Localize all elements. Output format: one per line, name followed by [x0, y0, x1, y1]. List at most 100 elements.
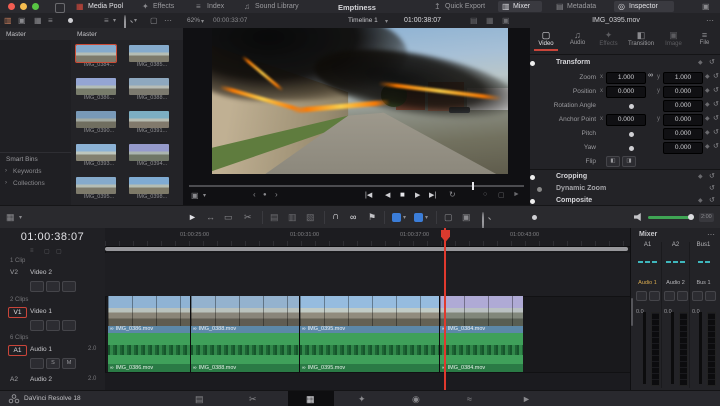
yaw-field[interactable]: 0.000 [663, 142, 703, 154]
track-a1-id[interactable]: A1 [8, 345, 27, 356]
position-lock-button[interactable]: ⚑ [368, 212, 376, 223]
inspector-tab-transition[interactable]: ◧ Transition [624, 30, 658, 47]
monitor-volume-handle[interactable] [688, 214, 694, 220]
dynamic-trim-tool-button[interactable]: ▭ [224, 212, 233, 223]
rotation-field[interactable]: 0.000 [663, 100, 703, 112]
track-v2-enable-button[interactable] [62, 281, 76, 292]
full-extent-zoom-icon[interactable]: ▣ [462, 212, 471, 223]
trim-edit-tool-button[interactable]: ↔ [206, 212, 215, 222]
loop-button[interactable]: ↻ [449, 190, 456, 199]
dual-viewer-icon[interactable]: ▦ [486, 16, 494, 25]
dynamic-zoom-title[interactable]: Dynamic Zoom [556, 185, 606, 192]
composite-title[interactable]: Composite [556, 197, 592, 204]
media-clip[interactable]: IMG_0386... [76, 78, 122, 101]
timeline-scrollbar[interactable] [105, 247, 628, 251]
solo-button[interactable] [705, 291, 716, 301]
eq-slot[interactable] [673, 261, 678, 263]
dynamic-zoom-reset-icon[interactable]: ↺ [709, 184, 715, 192]
inspector-tab-audio[interactable]: ♫ Audio [562, 30, 593, 46]
thumbnail-view-icon[interactable]: ▦ [34, 16, 42, 25]
viewer-zoom-dropdown-icon[interactable]: ▾ [201, 18, 204, 25]
video-clip[interactable]: ∞IMG_0388.mov [191, 296, 300, 333]
zoom-link-icon[interactable]: ∞ [648, 72, 653, 79]
fx-slot[interactable] [666, 261, 671, 263]
viewer-zoom-level[interactable]: 62% [187, 17, 200, 24]
audio-clip[interactable]: ∞IMG_0384.mov [440, 333, 523, 372]
import-media-icon[interactable]: ▥ [4, 16, 12, 25]
pitch-keyframe-icon[interactable]: ◆ [705, 129, 710, 136]
page-deliver-button[interactable]: ► [522, 394, 531, 404]
video-clip[interactable]: ∞IMG_0386.mov [108, 296, 191, 333]
timeline-selector[interactable]: Timeline 1 [348, 17, 378, 24]
track-v2-name[interactable]: Video 2 [30, 269, 52, 276]
marker-dropdown-icon[interactable]: ▾ [425, 214, 428, 221]
inspector-more-icon[interactable]: ⋯ [706, 16, 714, 25]
quick-export-button[interactable]: Quick Export [445, 3, 485, 10]
selection-tool-button[interactable]: ► [188, 212, 197, 222]
step-back-button[interactable]: ◀ [385, 191, 390, 199]
solo-button[interactable] [677, 291, 688, 301]
position-reset-icon[interactable]: ↺ [713, 86, 719, 94]
zoom-reset-icon[interactable]: ↺ [713, 72, 719, 80]
anchor-x-field[interactable]: 0.000 [606, 114, 646, 126]
mixer-more-icon[interactable]: ⋯ [707, 230, 715, 239]
video-clip[interactable]: ∞IMG_0384.mov [440, 296, 523, 333]
mixer-button[interactable]: Mixer [513, 3, 530, 10]
composite-keyframe-icon[interactable]: ◆ [698, 197, 703, 204]
panel-layout-icon[interactable]: ▣ [702, 2, 710, 11]
track-v1-autoselect-button[interactable] [46, 320, 60, 331]
position-y-field[interactable]: 0.000 [663, 86, 703, 98]
zoom-window-button[interactable] [32, 3, 39, 10]
camera-icon[interactable]: ○ [483, 191, 487, 198]
stop-button[interactable]: ■ [400, 190, 405, 199]
timeline-option-icon[interactable]: ▢ [44, 248, 50, 255]
search-dropdown-icon[interactable]: ▾ [134, 17, 137, 24]
replace-clip-button[interactable]: ▧ [306, 212, 315, 223]
sort-dropdown-icon[interactable]: ▾ [113, 17, 116, 24]
track-v1-id[interactable]: V1 [8, 307, 27, 318]
close-window-button[interactable] [8, 3, 15, 10]
track-a1-solo-button[interactable]: S [46, 358, 60, 369]
sound-library-button[interactable]: Sound Library [255, 3, 299, 10]
flag-marker-button[interactable] [392, 213, 401, 222]
media-clip[interactable]: IMG_0394... [129, 144, 175, 167]
bin-icon[interactable]: ▣ [18, 16, 26, 25]
index-button[interactable]: Index [207, 3, 224, 10]
smart-bin-collections[interactable]: Collections [13, 180, 45, 187]
keywords-collapse-icon[interactable]: › [5, 168, 7, 174]
flip-vertical-button[interactable]: ◨ [622, 156, 636, 167]
track-a2-name[interactable]: Audio 2 [30, 376, 52, 383]
anchor-keyframe-icon[interactable]: ◆ [705, 115, 710, 122]
jump-end-button[interactable]: ▶| [429, 191, 436, 199]
bin-master[interactable]: Master [6, 31, 26, 38]
page-fusion-button[interactable]: ✦ [358, 394, 366, 405]
smart-bins-header[interactable]: Smart Bins [6, 156, 38, 163]
page-color-button[interactable]: ◉ [412, 394, 420, 405]
overwrite-clip-button[interactable]: ▥ [288, 212, 297, 223]
track-a1-lock-button[interactable] [30, 358, 44, 369]
flip-horizontal-button[interactable]: ◧ [606, 156, 620, 167]
position-x-field[interactable]: 0.000 [606, 86, 646, 98]
audio-clip[interactable]: ∞IMG_0386.mov [108, 333, 191, 372]
inspector-tab-image[interactable]: ▣ Image [658, 30, 689, 47]
audio-monitor-icon[interactable] [634, 213, 643, 221]
fx-slot[interactable] [698, 261, 703, 263]
link-clips-button[interactable]: ∞ [350, 212, 356, 222]
collections-collapse-icon[interactable]: › [5, 180, 7, 186]
list-view-icon[interactable]: ≡ [48, 16, 53, 25]
expand-viewer-icon[interactable]: ▣ [502, 16, 510, 25]
channel-name[interactable]: Audio 2 [662, 280, 689, 286]
metadata-button[interactable]: Metadata [567, 3, 596, 10]
timeline-ruler[interactable]: 01:00:25:00 01:00:31:00 01:00:37:00 01:0… [105, 228, 630, 247]
page-edit-button[interactable]: ▦ [306, 394, 315, 405]
mute-button[interactable] [692, 291, 703, 301]
inspector-tab-effects[interactable]: ✦ Effects [593, 30, 624, 47]
step-forward-button[interactable]: ▶ [415, 191, 420, 199]
mute-button[interactable] [636, 291, 647, 301]
pitch-reset-icon[interactable]: ↺ [713, 128, 719, 136]
media-pool-button[interactable]: Media Pool [88, 3, 123, 10]
timeline-timecode[interactable]: 01:00:38:07 [0, 231, 105, 243]
eq-slot[interactable] [705, 261, 710, 263]
page-media-button[interactable]: ▤ [195, 394, 204, 405]
anchor-reset-icon[interactable]: ↺ [713, 114, 719, 122]
